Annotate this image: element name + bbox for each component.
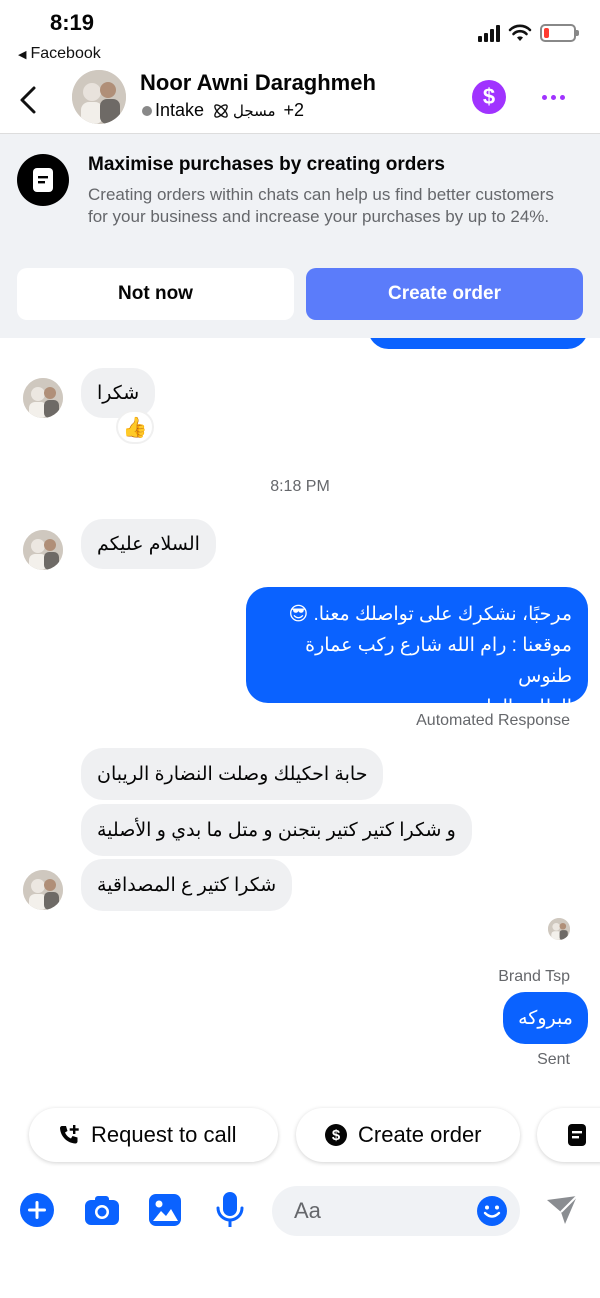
incoming-message[interactable]: و شكرا كتير كتير بتجنن و متل ما بدي و ال… xyxy=(81,804,472,856)
quick-actions-bar[interactable]: Request to call $ Create order xyxy=(0,1106,600,1166)
incoming-message[interactable]: شكرا xyxy=(81,368,156,418)
cellular-signal-icon xyxy=(478,24,500,42)
dollar-circle-icon: $ xyxy=(325,1124,347,1146)
back-to-app-link[interactable]: ◀ Facebook xyxy=(18,45,101,63)
thumbs-up-reaction[interactable]: 👍 xyxy=(116,410,154,444)
outgoing-message[interactable]: مبروكه xyxy=(503,992,588,1044)
seen-receipt-avatar xyxy=(548,918,570,940)
message-input-field[interactable] xyxy=(272,1186,520,1236)
more-actions-chip[interactable] xyxy=(537,1108,600,1162)
sender-avatar[interactable] xyxy=(23,870,63,910)
sender-avatar[interactable] xyxy=(23,378,63,418)
create-order-button[interactable]: Create order xyxy=(306,268,583,320)
back-triangle-icon: ◀ xyxy=(18,48,27,61)
status-icons xyxy=(478,24,579,42)
incoming-message[interactable]: حابة احكيلك وصلت النضارة الريبان xyxy=(81,748,384,800)
svg-text:$: $ xyxy=(332,1127,341,1144)
back-chevron-icon[interactable] xyxy=(14,82,44,118)
request-to-call-label: Request to call xyxy=(91,1122,237,1147)
auto-reply-line-2: موقعنا : رام الله شارع ركب عمارة طنوس xyxy=(305,635,572,687)
message-list[interactable]: شكرا 👍 8:18 PM السلام عليكم مرحبًا، نشكر… xyxy=(0,338,600,1098)
atom-icon xyxy=(214,103,228,118)
phone-plus-icon xyxy=(60,1125,79,1144)
outgoing-automated-message[interactable]: مرحبًا، نشكرك على تواصلك معنا. 😎 موقعنا … xyxy=(246,587,588,718)
wifi-icon xyxy=(508,24,532,41)
contact-avatar[interactable] xyxy=(72,70,126,124)
sender-avatar[interactable] xyxy=(23,530,63,570)
status-time: 8:19 xyxy=(50,10,95,35)
message-input[interactable] xyxy=(294,1186,474,1236)
registered-tag: مسجل xyxy=(212,102,276,120)
battery-icon xyxy=(540,24,579,42)
incoming-message[interactable]: السلام عليكم xyxy=(81,519,216,569)
promo-title: Maximise purchases by creating orders xyxy=(88,154,445,175)
previous-outgoing-bubble xyxy=(368,338,588,349)
create-order-promo: Maximise purchases by creating orders Cr… xyxy=(0,134,600,338)
order-document-icon xyxy=(17,154,69,206)
request-to-call-chip[interactable]: Request to call xyxy=(29,1108,278,1162)
microphone-icon[interactable] xyxy=(210,1190,250,1230)
automated-response-label: Automated Response xyxy=(416,712,570,729)
status-dot-icon xyxy=(142,106,152,116)
sender-name-label: Brand Tsp xyxy=(498,968,570,985)
not-now-button[interactable]: Not now xyxy=(17,268,294,320)
intake-tag: Intake xyxy=(142,100,204,121)
conversation-header: Noor Awni Daraghmeh Intake مسجل +2 $ xyxy=(0,68,600,134)
create-order-chip-label: Create order xyxy=(358,1122,482,1147)
more-tags-count: +2 xyxy=(283,100,305,120)
more-options-icon[interactable] xyxy=(536,80,570,114)
camera-icon[interactable] xyxy=(82,1190,122,1230)
back-app-label: Facebook xyxy=(30,45,101,62)
order-document-icon xyxy=(568,1124,586,1146)
message-composer xyxy=(0,1180,600,1250)
contact-name[interactable]: Noor Awni Daraghmeh xyxy=(140,70,376,96)
contact-labels[interactable]: Intake مسجل +2 xyxy=(142,100,304,121)
emoji-icon[interactable] xyxy=(476,1195,508,1227)
promo-description: Creating orders within chats can help us… xyxy=(88,185,554,226)
create-order-chip[interactable]: $ Create order xyxy=(296,1108,520,1162)
timestamp-separator: 8:18 PM xyxy=(270,478,330,495)
send-icon[interactable] xyxy=(542,1190,582,1230)
payment-dollar-icon[interactable]: $ xyxy=(472,80,506,114)
status-bar: 8:19 ◀ Facebook xyxy=(0,0,600,68)
gallery-icon[interactable] xyxy=(145,1190,185,1230)
sent-status-label: Sent xyxy=(537,1051,570,1068)
auto-reply-line-1: مرحبًا، نشكرك على تواصلك معنا. 😎 xyxy=(288,604,572,625)
plus-icon[interactable] xyxy=(17,1190,57,1230)
incoming-message[interactable]: شكرا كتير ع المصداقية xyxy=(81,859,293,911)
